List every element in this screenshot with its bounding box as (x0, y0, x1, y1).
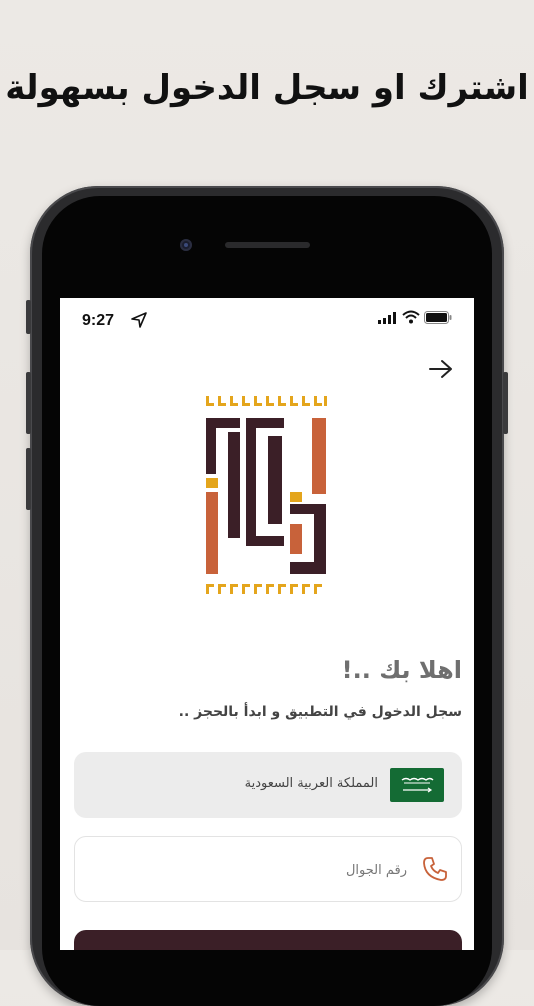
front-camera (180, 239, 192, 251)
country-selector[interactable]: المملكة العربية السعودية (74, 752, 462, 818)
phone-input[interactable] (165, 855, 409, 885)
battery-icon (424, 311, 452, 324)
volume-down-button (26, 448, 31, 510)
saudi-flag-icon (390, 768, 444, 802)
status-time: 9:27 (82, 312, 115, 329)
location-arrow-icon (131, 312, 147, 328)
phone-number-field[interactable] (74, 836, 462, 902)
country-name: المملكة العربية السعودية (244, 776, 378, 791)
mute-switch (26, 300, 31, 334)
promo-headline: اشترك او سجل الدخول بسهولة (5, 68, 529, 108)
welcome-subtitle: سجل الدخول في التطبيق و ابدأ بالحجز .. (178, 704, 462, 720)
continue-button[interactable] (74, 930, 462, 950)
back-arrow-icon[interactable] (428, 358, 454, 380)
phone-icon (423, 857, 447, 881)
app-screen: 9:27 اهلا بك ..! سجل الدخول في التطبيق و… (60, 298, 474, 950)
app-logo (206, 396, 327, 594)
wifi-icon (402, 310, 420, 324)
power-button (503, 372, 508, 434)
status-bar: 9:27 (60, 298, 474, 342)
welcome-title: اهلا بك ..! (341, 656, 462, 684)
cellular-signal-icon (378, 312, 396, 324)
earpiece-speaker (225, 242, 310, 248)
volume-up-button (26, 372, 31, 434)
